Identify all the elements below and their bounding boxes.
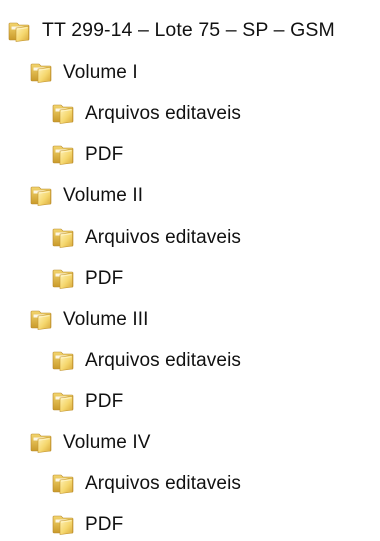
folder-icon xyxy=(52,101,76,125)
folder-icon xyxy=(30,430,54,454)
folder-icon xyxy=(52,266,76,290)
tree-node-label: PDF xyxy=(85,513,124,535)
folder-icon xyxy=(52,471,76,495)
tree-node-volume-4-arquivos[interactable]: Arquivos editaveis xyxy=(52,468,241,498)
tree-node-volume-2[interactable]: Volume II xyxy=(30,180,143,210)
folder-icon xyxy=(52,142,76,166)
tree-node-label: Arquivos editaveis xyxy=(85,349,241,371)
tree-node-label: PDF xyxy=(85,390,124,412)
tree-node-volume-2-arquivos[interactable]: Arquivos editaveis xyxy=(52,222,241,252)
tree-node-label: TT 299-14 – Lote 75 – SP – GSM xyxy=(42,19,335,42)
folder-icon xyxy=(52,389,76,413)
tree-node-label: Volume I xyxy=(63,61,138,83)
tree-node-volume-1-pdf[interactable]: PDF xyxy=(52,139,123,169)
tree-node-volume-4-pdf[interactable]: PDF xyxy=(52,509,123,539)
tree-node-label: PDF xyxy=(85,143,124,165)
folder-icon xyxy=(52,225,76,249)
folder-icon xyxy=(8,19,32,43)
tree-node-root[interactable]: TT 299-14 – Lote 75 – SP – GSM xyxy=(8,16,335,46)
tree-node-volume-3-pdf[interactable]: PDF xyxy=(52,386,123,416)
tree-node-volume-2-pdf[interactable]: PDF xyxy=(52,263,123,293)
tree-node-label: PDF xyxy=(85,267,124,289)
tree-node-label: Volume IV xyxy=(63,431,151,453)
folder-icon xyxy=(52,348,76,372)
folder-icon xyxy=(30,183,54,207)
folder-icon xyxy=(52,512,76,536)
tree-node-volume-1[interactable]: Volume I xyxy=(30,57,138,87)
folder-icon xyxy=(30,307,54,331)
tree-node-volume-4[interactable]: Volume IV xyxy=(30,427,151,457)
tree-node-volume-3[interactable]: Volume III xyxy=(30,304,149,334)
tree-node-volume-1-arquivos[interactable]: Arquivos editaveis xyxy=(52,98,241,128)
tree-node-label: Arquivos editaveis xyxy=(85,226,241,248)
tree-node-label: Arquivos editaveis xyxy=(85,102,241,124)
tree-node-label: Arquivos editaveis xyxy=(85,472,241,494)
tree-node-label: Volume II xyxy=(63,184,144,206)
folder-tree: TT 299-14 – Lote 75 – SP – GSM Volume I … xyxy=(0,0,380,541)
folder-icon xyxy=(30,60,54,84)
tree-node-volume-3-arquivos[interactable]: Arquivos editaveis xyxy=(52,345,241,375)
tree-node-label: Volume III xyxy=(63,308,149,330)
